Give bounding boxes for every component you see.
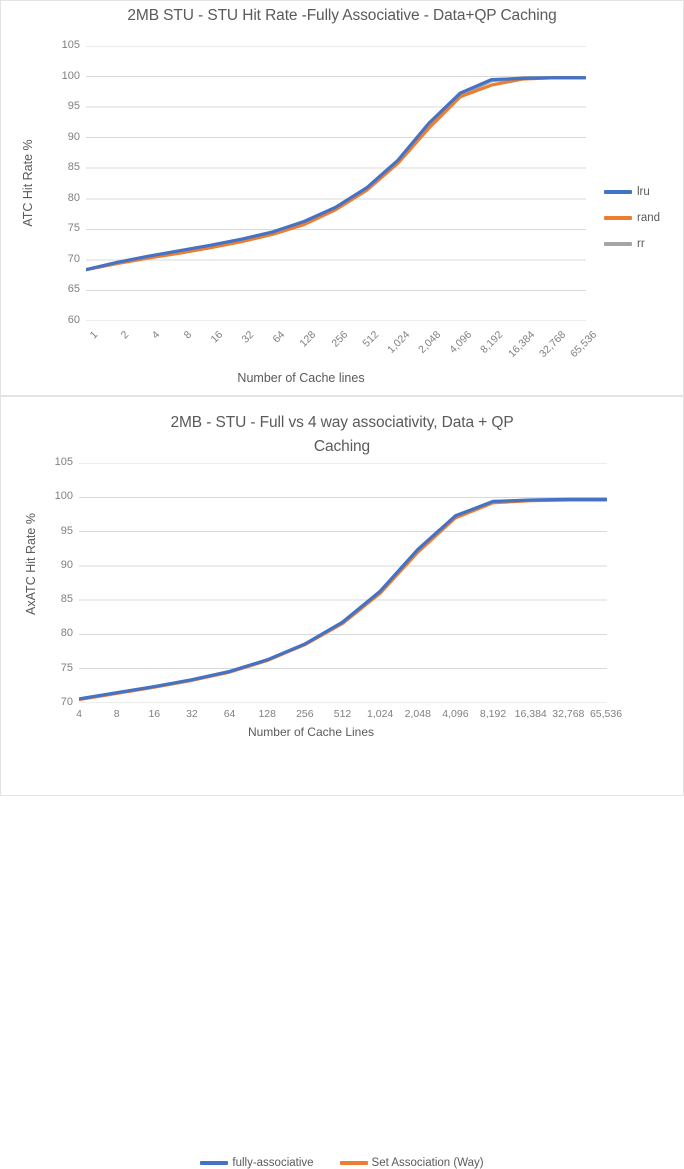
chart2-legend-item[interactable]: Set Association (Way)	[339, 1157, 484, 1169]
legend-swatch-rr	[604, 242, 632, 246]
chart-title-1: 2MB STU - STU Hit Rate -Fully Associativ…	[127, 7, 557, 24]
chart-page: 2MB STU - STU Hit Rate -Fully Associativ…	[0, 0, 684, 1169]
x-tick-label: 65,536	[589, 708, 623, 720]
chart-title-2-line2: Caching	[313, 438, 371, 455]
chart1-svg	[86, 46, 586, 321]
y-tick-label: 100	[61, 69, 80, 82]
y-tick-label: 100	[54, 490, 73, 503]
y-tick-label: 95	[67, 100, 80, 113]
chart1-legend-item[interactable]: lru	[604, 179, 682, 205]
chart1-x-axis-title: Number of Cache lines	[237, 371, 365, 385]
chart-panel-top: 2MB STU - STU Hit Rate -Fully Associativ…	[0, 0, 684, 396]
chart1-y-axis-title: ATC Hit Rate %	[21, 139, 35, 227]
chart2-y-axis-title: AxATC Hit Rate %	[24, 513, 38, 615]
chart1-plot-area	[86, 46, 586, 321]
chart2-legend-item[interactable]: fully-associative	[200, 1157, 314, 1169]
legend-label: rr	[637, 238, 645, 250]
y-tick-label: 85	[60, 593, 73, 606]
y-tick-label: 90	[60, 558, 73, 571]
chart1-legend-item[interactable]: rr	[604, 231, 682, 257]
y-tick-label: 105	[54, 456, 73, 468]
y-tick-label: 80	[67, 191, 80, 204]
legend-label: rand	[637, 212, 661, 224]
legend-swatch-set-association-way	[339, 1161, 368, 1165]
legend-label: fully-associative	[232, 1157, 314, 1169]
chart2-plot-area	[79, 463, 607, 703]
y-tick-label: 75	[67, 222, 80, 235]
y-tick-label: 105	[61, 39, 80, 51]
legend-label: lru	[637, 186, 650, 198]
chart1-legend-item[interactable]: rand	[604, 205, 682, 231]
y-tick-label: 70	[60, 696, 73, 708]
y-tick-label: 65	[67, 283, 80, 296]
y-tick-label: 90	[67, 130, 80, 143]
y-tick-label: 70	[67, 252, 80, 265]
y-tick-label: 75	[60, 661, 73, 674]
y-tick-label: 60	[67, 314, 80, 326]
legend-swatch-fully-associative	[200, 1161, 229, 1165]
y-tick-label: 80	[60, 627, 73, 640]
chart-title-2: 2MB - STU - Full vs 4 way associativity,…	[1, 411, 683, 459]
chart-panel-bottom: 2MB - STU - Full vs 4 way associativity,…	[0, 396, 684, 1169]
chart-title-2-line1: 2MB - STU - Full vs 4 way associativity,…	[170, 414, 514, 431]
legend-swatch-rand	[604, 216, 632, 220]
legend-swatch-lru	[604, 190, 632, 194]
y-tick-label: 85	[67, 161, 80, 174]
chart1-legend: lru rand rr	[604, 179, 682, 257]
y-tick-label: 95	[60, 524, 73, 537]
chart2-legend: fully-associative Set Association (Way)	[1, 1157, 683, 1169]
chart2-svg	[79, 463, 607, 703]
chart2-x-axis-title: Number of Cache Lines	[247, 725, 375, 739]
legend-label: Set Association (Way)	[371, 1157, 484, 1169]
